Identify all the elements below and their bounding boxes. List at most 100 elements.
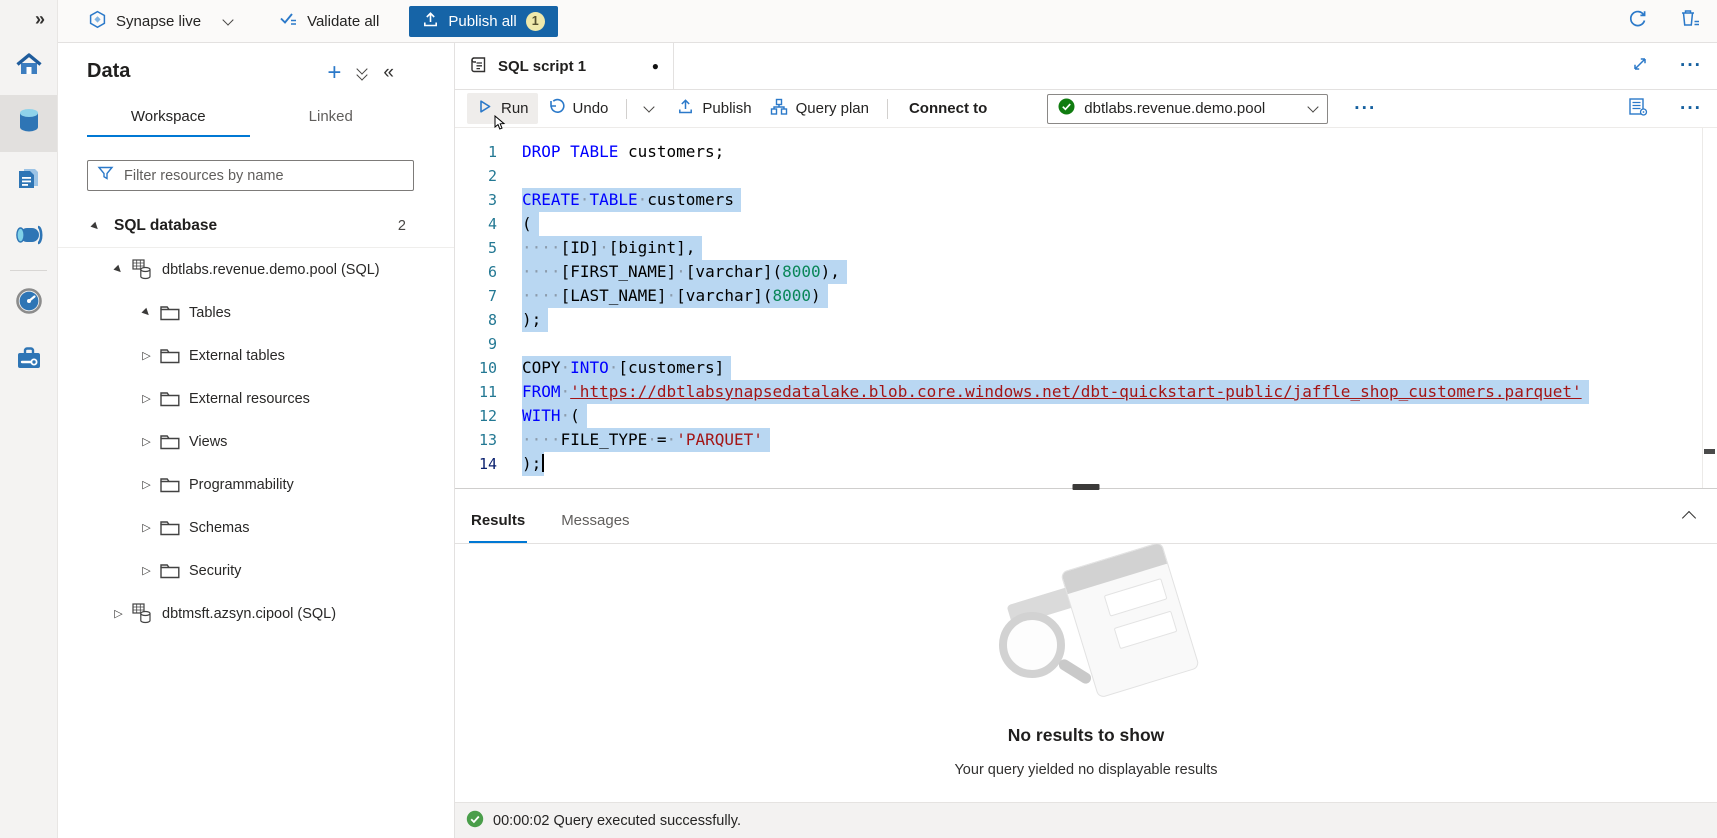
line-number[interactable]: 14 bbox=[455, 452, 522, 476]
selection-highlight: ····[ID]·[bigint], bbox=[522, 236, 702, 260]
tree-section-header[interactable]: ▶ SQL database 2 bbox=[58, 205, 454, 248]
code-line[interactable]: 1DROP TABLE customers; bbox=[455, 140, 1717, 164]
add-resource-icon[interactable]: + bbox=[327, 63, 341, 83]
expand-rail-button[interactable]: » bbox=[0, 0, 57, 38]
tree-item-label: dbtmsft.azsyn.cipool (SQL) bbox=[162, 606, 336, 622]
magnifier-icon bbox=[999, 612, 1065, 678]
code-line[interactable]: 12WITH·( bbox=[455, 404, 1717, 428]
sidebar-tab-workspace[interactable]: Workspace bbox=[87, 99, 250, 137]
filter-funnel-icon bbox=[97, 165, 114, 186]
tree-item[interactable]: ▷External tables bbox=[58, 334, 454, 377]
code-line[interactable]: 8); bbox=[455, 308, 1717, 332]
code-line-content: ····[LAST_NAME]·[varchar](8000) bbox=[522, 284, 828, 308]
caret-collapsed-icon[interactable]: ▷ bbox=[139, 435, 154, 448]
sql-script-tab[interactable]: SQL script 1 ● bbox=[455, 43, 674, 89]
splitter-drag-handle[interactable] bbox=[1073, 484, 1100, 490]
caret-collapsed-icon[interactable]: ▷ bbox=[139, 478, 154, 491]
code-line[interactable]: 11FROM·'https://dbtlabsynapsedatalake.bl… bbox=[455, 380, 1717, 404]
line-number[interactable]: 5 bbox=[455, 236, 522, 260]
data-panel: Data + « WorkspaceLinked ▶ SQL database … bbox=[58, 43, 455, 838]
nav-manage[interactable] bbox=[0, 332, 57, 389]
code-line[interactable]: 14); bbox=[455, 452, 1717, 476]
tree-item[interactable]: ▷ dbtmsft.azsyn.cipool (SQL) bbox=[58, 592, 454, 635]
tree-item[interactable]: ▷Schemas bbox=[58, 506, 454, 549]
results-tab-results[interactable]: Results bbox=[469, 499, 527, 543]
run-options-chevron[interactable] bbox=[636, 101, 662, 116]
discard-all-icon[interactable] bbox=[1679, 8, 1701, 34]
line-number[interactable]: 2 bbox=[455, 164, 522, 188]
caret-collapsed-icon[interactable]: ▷ bbox=[139, 564, 154, 577]
tree-item[interactable]: ▷Security bbox=[58, 549, 454, 592]
undo-button[interactable]: Undo bbox=[538, 93, 618, 124]
line-number[interactable]: 6 bbox=[455, 260, 522, 284]
code-editor[interactable]: 1DROP TABLE customers;23CREATE·TABLE·cus… bbox=[455, 128, 1717, 489]
nav-develop[interactable] bbox=[0, 152, 57, 209]
results-tab-messages[interactable]: Messages bbox=[559, 499, 631, 543]
collapse-results-icon[interactable] bbox=[1684, 510, 1694, 528]
caret-collapsed-icon[interactable]: ▷ bbox=[139, 521, 154, 534]
code-line[interactable]: 5····[ID]·[bigint], bbox=[455, 236, 1717, 260]
caret-expanded-icon[interactable]: ▶ bbox=[139, 307, 154, 318]
line-number[interactable]: 13 bbox=[455, 428, 522, 452]
filter-input[interactable] bbox=[122, 167, 404, 185]
more-commands-icon[interactable]: ··· bbox=[1680, 104, 1702, 114]
line-number[interactable]: 12 bbox=[455, 404, 522, 428]
mode-selector[interactable]: Synapse live bbox=[88, 10, 232, 33]
tree-item[interactable]: ▶Tables bbox=[58, 291, 454, 334]
tree-item[interactable]: ▷Views bbox=[58, 420, 454, 463]
code-line-content bbox=[522, 332, 543, 356]
validate-all-button[interactable]: Validate all bbox=[278, 10, 379, 32]
publish-label: Publish bbox=[702, 100, 751, 117]
section-label: SQL database bbox=[114, 217, 217, 235]
line-number[interactable]: 3 bbox=[455, 188, 522, 212]
undo-label: Undo bbox=[573, 100, 609, 117]
code-line[interactable]: 9 bbox=[455, 332, 1717, 356]
panel-tabs: WorkspaceLinked bbox=[87, 99, 412, 137]
publish-button[interactable]: Publish bbox=[668, 93, 760, 124]
query-plan-button[interactable]: Query plan bbox=[761, 93, 878, 125]
properties-icon[interactable] bbox=[1628, 97, 1649, 121]
line-number[interactable]: 4 bbox=[455, 212, 522, 236]
code-line[interactable]: 10COPY·INTO·[customers] bbox=[455, 356, 1717, 380]
refresh-icon[interactable] bbox=[1627, 8, 1648, 34]
selection-highlight: ( bbox=[522, 212, 539, 236]
code-line[interactable]: 3CREATE·TABLE·customers bbox=[455, 188, 1717, 212]
collapse-panel-icon[interactable]: « bbox=[383, 64, 394, 82]
line-number[interactable]: 10 bbox=[455, 356, 522, 380]
section-caret-icon: ▶ bbox=[88, 221, 103, 232]
panel-title: Data bbox=[87, 60, 130, 83]
sidebar-tab-linked[interactable]: Linked bbox=[250, 99, 413, 137]
nav-home[interactable] bbox=[0, 38, 57, 95]
caret-collapsed-icon[interactable]: ▷ bbox=[139, 349, 154, 362]
collapse-all-icon[interactable] bbox=[358, 68, 366, 79]
code-line[interactable]: 13····FILE_TYPE·=·'PARQUET' bbox=[455, 428, 1717, 452]
line-number[interactable]: 9 bbox=[455, 332, 522, 356]
publish-icon bbox=[677, 98, 694, 119]
line-number[interactable]: 7 bbox=[455, 284, 522, 308]
publish-all-button[interactable]: Publish all 1 bbox=[409, 6, 557, 37]
expand-editor-icon[interactable] bbox=[1631, 55, 1649, 78]
line-number[interactable]: 8 bbox=[455, 308, 522, 332]
caret-expanded-icon[interactable]: ▶ bbox=[111, 264, 126, 275]
tree-item[interactable]: ▶dbtlabs.revenue.demo.pool (SQL) bbox=[58, 248, 454, 291]
folder-icon bbox=[160, 563, 180, 579]
run-button[interactable]: Run bbox=[467, 93, 538, 124]
nav-monitor[interactable] bbox=[0, 275, 57, 332]
tab-more-icon[interactable]: ··· bbox=[1680, 61, 1702, 71]
toolbox-icon bbox=[15, 345, 43, 376]
code-line[interactable]: 7····[LAST_NAME]·[varchar](8000) bbox=[455, 284, 1717, 308]
tree-item[interactable]: ▷Programmability bbox=[58, 463, 454, 506]
caret-collapsed-icon[interactable]: ▷ bbox=[139, 392, 154, 405]
line-number[interactable]: 1 bbox=[455, 140, 522, 164]
code-line[interactable]: 2 bbox=[455, 164, 1717, 188]
code-line[interactable]: 4( bbox=[455, 212, 1717, 236]
toolbar-more-icon[interactable]: ··· bbox=[1354, 104, 1376, 114]
line-number[interactable]: 11 bbox=[455, 380, 522, 404]
code-line[interactable]: 6····[FIRST_NAME]·[varchar](8000), bbox=[455, 260, 1717, 284]
nav-data[interactable] bbox=[0, 95, 57, 152]
nav-integrate[interactable] bbox=[0, 209, 57, 266]
caret-collapsed-icon[interactable]: ▷ bbox=[111, 607, 126, 620]
editor-scrollbar-track[interactable] bbox=[1702, 128, 1703, 488]
tree-item[interactable]: ▷External resources bbox=[58, 377, 454, 420]
pool-select-dropdown[interactable]: dbtlabs.revenue.demo.pool bbox=[1047, 94, 1328, 124]
